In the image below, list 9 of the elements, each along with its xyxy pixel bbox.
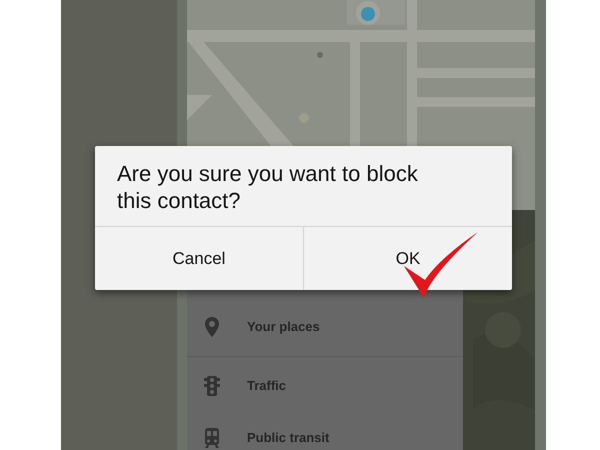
menu-item[interactable]: Your places [187, 298, 463, 356]
menu-item-label: Traffic [247, 377, 286, 396]
menu-item-label: Public transit [247, 428, 330, 447]
traffic-light-icon [203, 375, 221, 397]
pin-icon [203, 316, 221, 338]
menu-item[interactable]: Traffic [187, 357, 463, 415]
dialog-button[interactable]: Cancel [95, 227, 303, 290]
menu-item-label: Your places [247, 318, 320, 336]
menu-item[interactable]: Public transit [187, 415, 463, 450]
